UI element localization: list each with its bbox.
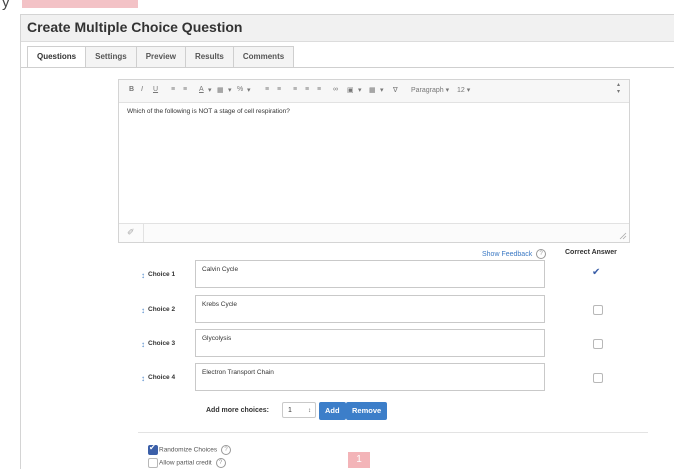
choice-input[interactable]: Electron Transport Chain [195, 363, 545, 391]
font-color-dropdown-icon[interactable]: ▾ [208, 86, 212, 94]
drag-handle-icon[interactable]: ↕ [141, 374, 145, 383]
drag-handle-icon[interactable]: ↕ [141, 271, 145, 280]
pen-icon: ✐ [127, 227, 135, 237]
indent-icon[interactable]: ≡ [277, 86, 281, 93]
numbered-list-icon[interactable]: ≡ [183, 86, 187, 93]
choice-label: Choice 3 [148, 340, 176, 347]
correct-answer-checkbox[interactable] [593, 373, 603, 383]
help-icon[interactable]: ? [536, 249, 547, 259]
choice-input[interactable]: Krebs Cycle [195, 295, 545, 323]
step-badge: 1 [348, 452, 370, 468]
tab-comments[interactable]: Comments [232, 46, 295, 68]
underline-button[interactable]: U [153, 86, 158, 93]
add-more-label: Add more choices: [206, 407, 270, 414]
align-center-icon[interactable]: ≡ [305, 86, 309, 93]
italic-button[interactable]: I [141, 86, 143, 93]
partial-credit-option[interactable]: Allow partial credit ? [148, 458, 226, 468]
cropped-highlight-bar [22, 0, 138, 8]
randomize-checkbox[interactable] [148, 443, 158, 455]
font-size-value: 12 [457, 87, 465, 94]
paragraph-format-select[interactable]: Paragraph ▾ [411, 86, 449, 94]
image-dropdown-icon[interactable]: ▾ [358, 86, 362, 94]
align-right-icon[interactable]: ≡ [317, 86, 321, 93]
partial-credit-checkbox[interactable] [148, 458, 158, 468]
tab-settings[interactable]: Settings [85, 46, 137, 68]
choice-label: Choice 2 [148, 306, 176, 313]
bold-button[interactable]: B [129, 86, 134, 93]
font-color-icon[interactable]: A [199, 86, 204, 93]
panel-header: Create Multiple Choice Question [21, 15, 674, 42]
choice-label: Choice 4 [148, 374, 176, 381]
select-arrows-icon: ↕ [308, 408, 311, 414]
correct-answer-header: Correct Answer [565, 249, 617, 256]
choice-row: ↕ Choice 4 Electron Transport Chain [141, 363, 661, 393]
choice-count-value: 1 [288, 407, 292, 414]
tab-preview[interactable]: Preview [135, 46, 186, 68]
add-button[interactable]: Add [319, 402, 346, 420]
tab-results[interactable]: Results [184, 46, 234, 68]
subscript-dropdown-icon[interactable]: ▾ [247, 86, 251, 94]
toolbar-toggle-icon[interactable]: ▴ ▾ [617, 82, 620, 96]
randomize-option[interactable]: Randomize Choices ? [148, 443, 231, 455]
help-icon[interactable]: ? [220, 445, 231, 455]
align-left-icon[interactable]: ≡ [293, 86, 297, 93]
choice-input[interactable]: Glycolysis [195, 329, 545, 357]
choice-input[interactable]: Calvin Cycle [195, 260, 545, 288]
editor-statusbar: ✐ [119, 223, 629, 242]
highlight-icon[interactable]: ▦ [217, 86, 224, 94]
font-size-select[interactable]: 12 ▾ [457, 86, 470, 94]
correct-answer-checkbox[interactable] [593, 339, 603, 349]
options-divider [138, 432, 648, 433]
outdent-icon[interactable]: ≡ [265, 86, 269, 93]
partial-credit-label: Allow partial credit [159, 459, 212, 467]
bullet-list-icon[interactable]: ≡ [171, 86, 175, 93]
tab-bar: Questions Settings Preview Results Comme… [27, 46, 295, 68]
resize-handle-icon[interactable] [619, 232, 627, 240]
paragraph-format-value: Paragraph [411, 87, 444, 94]
question-text[interactable]: Which of the following is NOT a stage of… [127, 108, 290, 115]
choice-row: ↕ Choice 1 Calvin Cycle [141, 260, 661, 290]
show-feedback-link[interactable]: Show Feedback ? [482, 249, 547, 259]
image-icon[interactable]: ▣ [347, 86, 354, 94]
statusbar-divider [143, 224, 144, 242]
show-feedback-label: Show Feedback [482, 250, 533, 258]
choice-count-select[interactable]: 1 ↕ [282, 402, 316, 418]
help-icon[interactable]: ? [215, 458, 226, 468]
cropped-glyph: y [2, 0, 10, 11]
table-dropdown-icon[interactable]: ▾ [380, 86, 384, 94]
tabs-divider [21, 67, 674, 68]
highlight-dropdown-icon[interactable]: ▾ [228, 86, 232, 94]
choice-label: Choice 1 [148, 271, 176, 278]
subscript-icon[interactable]: % [237, 86, 243, 93]
drag-handle-icon[interactable]: ↕ [141, 306, 145, 315]
drag-handle-icon[interactable]: ↕ [141, 340, 145, 349]
top-strip: y [0, 0, 674, 12]
editor-toolbar: B I U ≡ ≡ A ▾ ▦ ▾ % ▾ ≡ ≡ ≡ ≡ ≡ ∞ ▣ ▾ ▦ … [119, 80, 629, 103]
table-icon[interactable]: ▦ [369, 86, 376, 94]
randomize-label: Randomize Choices [159, 446, 218, 454]
tab-questions[interactable]: Questions [27, 46, 87, 68]
correct-answer-checkbox[interactable] [593, 305, 603, 315]
clear-format-icon[interactable]: ∇ [393, 86, 398, 94]
panel-title: Create Multiple Choice Question [27, 19, 243, 35]
remove-blanks-button[interactable]: Remove Blanks [346, 402, 388, 433]
question-editor: B I U ≡ ≡ A ▾ ▦ ▾ % ▾ ≡ ≡ ≡ ≡ ≡ ∞ ▣ ▾ ▦ … [118, 79, 630, 243]
choice-row: ↕ Choice 2 Krebs Cycle [141, 295, 661, 325]
correct-answer-checkbox[interactable] [592, 267, 601, 278]
choice-row: ↕ Choice 3 Glycolysis [141, 329, 661, 359]
link-icon[interactable]: ∞ [333, 86, 338, 93]
